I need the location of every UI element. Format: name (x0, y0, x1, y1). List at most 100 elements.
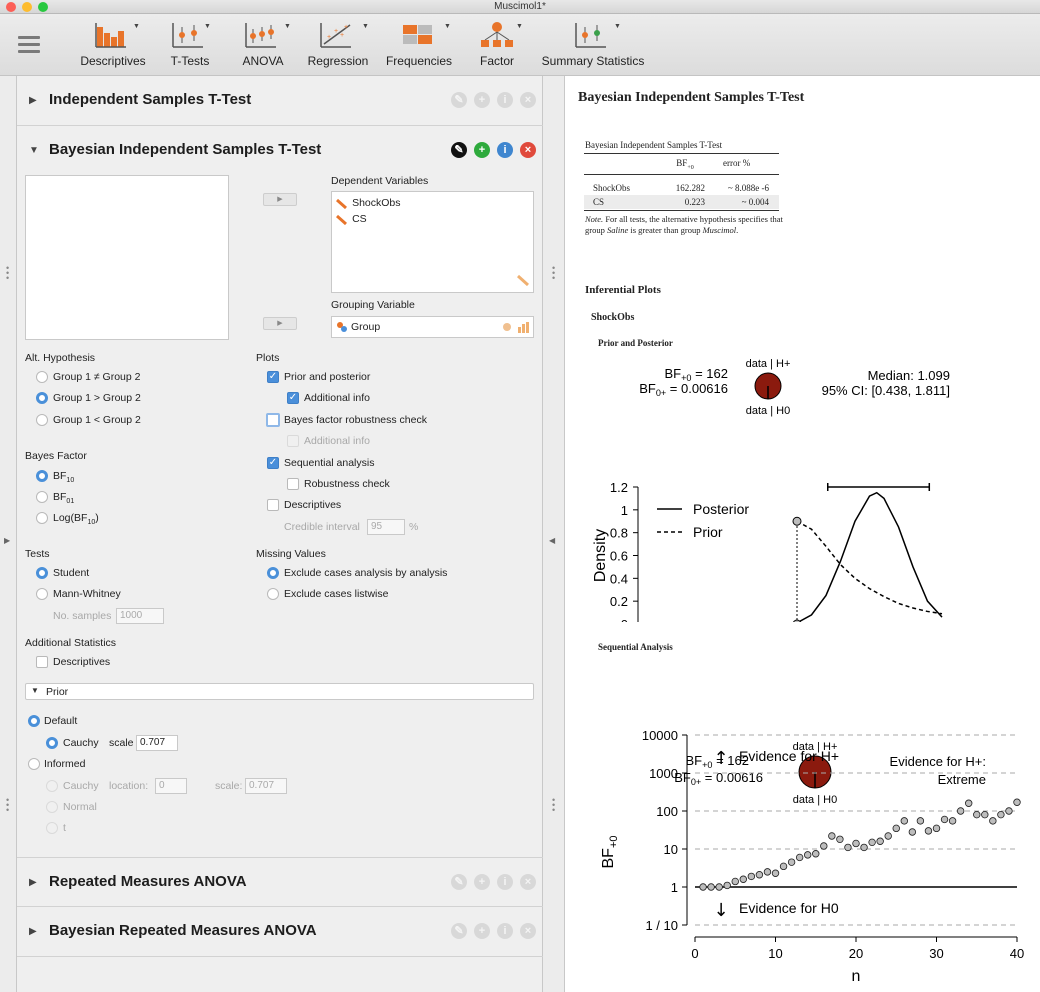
grouping-variable-field[interactable]: Group (331, 316, 534, 338)
radio-log-bf10[interactable] (36, 512, 48, 524)
checkbox-label: Prior and posterior (284, 371, 371, 383)
analysis-panel-bayesian-ttest[interactable]: ▼ Bayesian Independent Samples T-Test ✎ +… (17, 126, 544, 176)
x-tick-label: 20 (849, 946, 863, 961)
location-label: location: (109, 780, 149, 792)
toolbar-t-tests-button[interactable]: ▼ T-Tests (160, 14, 220, 76)
evidence-category-text: Extreme (938, 772, 986, 787)
checkbox-bf-robustness[interactable] (266, 413, 280, 427)
edit-title-icon[interactable]: ✎ (451, 92, 467, 108)
collapse-left-icon[interactable]: ◀ (549, 536, 555, 545)
prior-section-header[interactable]: ▼ Prior (25, 683, 534, 700)
edit-title-icon[interactable]: ✎ (451, 923, 467, 939)
radio-mann-whitney[interactable] (36, 588, 48, 600)
data-point (707, 883, 715, 891)
info-icon[interactable]: i (497, 874, 513, 890)
duplicate-icon[interactable]: + (474, 142, 490, 158)
radio-prior-informed[interactable] (28, 758, 40, 770)
summary-statistics-icon (575, 23, 606, 48)
toolbar-anova-button[interactable]: ▼ ANOVA (234, 14, 292, 76)
analysis-panel-independent-ttest[interactable]: ▶ Independent Samples T-Test ✎ + i × (17, 76, 544, 126)
duplicate-icon[interactable]: + (474, 874, 490, 890)
expand-triangle-icon[interactable]: ▶ (29, 926, 37, 937)
info-icon[interactable]: i (497, 142, 513, 158)
close-icon[interactable]: × (520, 92, 536, 108)
drag-handle-icon[interactable]: • • • (6, 264, 10, 283)
wheel-label-bottom: data | H0 (793, 794, 837, 806)
close-window-button[interactable] (6, 2, 16, 12)
radio-label-log-bf10: Log(BF10) (53, 512, 99, 527)
down-arrow-icon: ↓ (713, 900, 728, 921)
zoom-window-button[interactable] (38, 2, 48, 12)
hamburger-menu-icon[interactable] (18, 36, 40, 54)
checkbox-prior-posterior[interactable]: ✓ (267, 371, 279, 383)
checkbox-descriptives[interactable] (36, 656, 48, 668)
radio-group1-lt-group2[interactable] (36, 414, 48, 426)
credible-interval-input[interactable]: 95 (367, 519, 405, 535)
location-input[interactable]: 0 (155, 778, 187, 794)
close-icon[interactable]: × (520, 874, 536, 890)
checkbox-label: Sequential analysis (284, 457, 375, 469)
evidence-h1-label: Evidence for H+ (739, 748, 839, 764)
radio-prior-default[interactable] (28, 715, 40, 727)
data-point (948, 817, 957, 825)
radio-exclude-listwise[interactable] (267, 588, 279, 600)
info-icon[interactable]: i (497, 92, 513, 108)
y-tick-label: 1 / 10 (645, 918, 678, 933)
checkbox-sequential-analysis[interactable]: ✓ (267, 457, 279, 469)
toolbar-frequencies-button[interactable]: ▼ Frequencies (382, 14, 456, 76)
edit-title-icon[interactable]: ✎ (451, 142, 467, 158)
radio-exclude-analysis[interactable] (267, 567, 279, 579)
edit-title-icon[interactable]: ✎ (451, 874, 467, 890)
radio-informed-normal[interactable] (46, 801, 58, 813)
radio-bf10[interactable] (36, 470, 48, 482)
assign-dependent-button[interactable]: ▶ (263, 193, 297, 206)
radio-prior-cauchy[interactable] (46, 737, 58, 749)
radio-group1-gt-group2[interactable] (36, 392, 48, 404)
data-point (932, 824, 941, 833)
checkbox-label: Bayes factor robustness check (284, 414, 427, 426)
checkbox-additional-info[interactable]: ✓ (287, 392, 299, 404)
list-item[interactable]: CS (336, 213, 367, 225)
expand-triangle-icon[interactable]: ▶ (29, 95, 37, 106)
analysis-panel-rm-anova[interactable]: ▶ Repeated Measures ANOVA ✎ + i × (17, 857, 544, 907)
toolbar-regression-button[interactable]: + + + + ▼ Regression (304, 14, 372, 76)
data-point (779, 862, 788, 871)
expand-left-icon[interactable]: ▶ (4, 536, 10, 545)
informed-scale-input[interactable]: 0.707 (245, 778, 287, 794)
radio-bf01[interactable] (36, 491, 48, 503)
cauchy-scale-input[interactable]: 0.707 (136, 735, 178, 751)
drag-handle-icon[interactable]: • • • (552, 264, 556, 283)
dependent-variables-list[interactable]: ShockObs CS (331, 191, 534, 293)
assign-grouping-button[interactable]: ▶ (263, 317, 297, 330)
toolbar-summary-statistics-button[interactable]: ▼ Summary Statistics (540, 14, 646, 76)
duplicate-icon[interactable]: + (474, 923, 490, 939)
dependent-variables-label: Dependent Variables (331, 175, 429, 187)
no-samples-input[interactable]: 1000 (116, 608, 164, 624)
close-icon[interactable]: × (520, 923, 536, 939)
drag-handle-icon[interactable]: • • • (552, 796, 556, 815)
info-icon[interactable]: i (497, 923, 513, 939)
y-tick-label: 0 (621, 617, 628, 622)
radio-informed-cauchy[interactable] (46, 780, 58, 792)
list-item[interactable]: ShockObs (336, 197, 401, 209)
table-rule-mid (584, 174, 779, 175)
checkbox-additional-info-disabled[interactable] (287, 435, 299, 447)
checkbox-plot-descriptives[interactable] (267, 499, 279, 511)
radio-group1-neq-group2[interactable] (36, 371, 48, 383)
minimize-window-button[interactable] (22, 2, 32, 12)
drag-handle-icon[interactable]: • • • (6, 796, 10, 815)
close-icon[interactable]: × (520, 142, 536, 158)
duplicate-icon[interactable]: + (474, 92, 490, 108)
analysis-panel-bayesian-rm-anova[interactable]: ▶ Bayesian Repeated Measures ANOVA ✎ + i × (17, 907, 544, 957)
data-point (981, 810, 989, 819)
collapse-triangle-icon[interactable]: ▼ (29, 145, 39, 156)
pane-splitter[interactable]: • • • ◀ • • • (543, 76, 565, 992)
checkbox-robustness-check[interactable] (287, 478, 299, 490)
toolbar-factor-button[interactable]: ▼ Factor (470, 14, 524, 76)
radio-informed-t[interactable] (46, 822, 58, 834)
expand-triangle-icon[interactable]: ▶ (29, 877, 37, 888)
radio-label: Group 1 < Group 2 (53, 414, 141, 426)
radio-student[interactable] (36, 567, 48, 579)
toolbar-descriptives-button[interactable]: ▼ Descriptives (78, 14, 148, 76)
available-variables-list[interactable] (25, 175, 229, 340)
